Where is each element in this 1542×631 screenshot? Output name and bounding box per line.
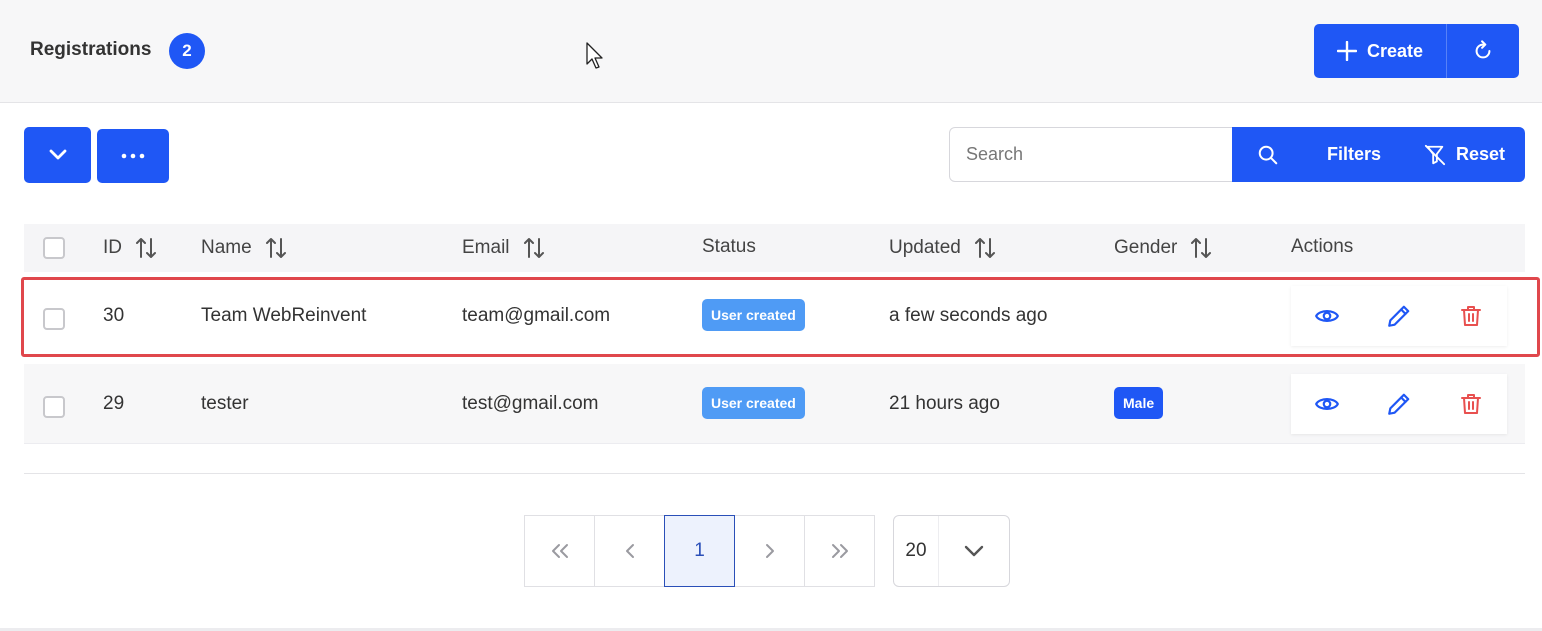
chevrons-right-icon bbox=[831, 544, 848, 558]
gender-badge: Male bbox=[1114, 387, 1164, 419]
filter-off-icon bbox=[1424, 144, 1446, 165]
column-header-label: Name bbox=[201, 237, 252, 258]
column-header-label: Email bbox=[462, 237, 510, 258]
more-dots-icon bbox=[121, 153, 145, 159]
row-actions bbox=[1291, 374, 1507, 434]
first-page-button[interactable] bbox=[524, 515, 595, 587]
column-header-name[interactable]: Name bbox=[201, 236, 288, 260]
column-header-actions: Actions bbox=[1291, 236, 1353, 258]
column-header-updated[interactable]: Updated bbox=[889, 236, 997, 260]
page-button-current[interactable]: 1 bbox=[664, 515, 735, 587]
row-name: tester bbox=[201, 393, 249, 414]
column-header-email[interactable]: Email bbox=[462, 236, 546, 260]
row-id: 29 bbox=[103, 393, 125, 414]
page-title: Registrations bbox=[30, 39, 152, 60]
refresh-icon bbox=[1475, 40, 1491, 59]
edit-button[interactable] bbox=[1363, 374, 1435, 434]
search-button-group: Filters Reset bbox=[1232, 127, 1525, 182]
mouse-cursor-icon bbox=[586, 42, 603, 69]
view-button[interactable] bbox=[1291, 374, 1363, 434]
filters-button-label: Filters bbox=[1326, 144, 1382, 164]
create-button-group: Create bbox=[1314, 24, 1519, 78]
chevron-left-icon bbox=[625, 544, 634, 558]
search-input[interactable] bbox=[949, 127, 1233, 182]
divider bbox=[24, 473, 1525, 474]
more-actions-button[interactable] bbox=[97, 129, 169, 183]
column-header-gender[interactable]: Gender bbox=[1114, 236, 1213, 260]
last-page-button[interactable] bbox=[804, 515, 875, 587]
column-header-label: Gender bbox=[1114, 237, 1178, 258]
trash-icon bbox=[1461, 394, 1481, 414]
next-page-button[interactable] bbox=[734, 515, 805, 587]
sort-icon bbox=[523, 238, 544, 258]
chevron-right-icon bbox=[765, 544, 774, 558]
sort-icon bbox=[136, 238, 156, 258]
page-header: Registrations 2 Create bbox=[0, 0, 1542, 103]
per-page-select[interactable]: 20 bbox=[893, 515, 1010, 587]
filters-button[interactable]: Filters bbox=[1304, 127, 1404, 182]
delete-button[interactable] bbox=[1435, 374, 1507, 434]
row-highlight-box bbox=[21, 277, 1540, 357]
chevron-down-icon bbox=[964, 545, 984, 557]
row-email: test@gmail.com bbox=[462, 393, 599, 414]
column-header-status: Status bbox=[702, 236, 756, 258]
reset-button-label: Reset bbox=[1455, 144, 1506, 164]
count-badge: 2 bbox=[169, 33, 205, 69]
bulk-actions-button[interactable] bbox=[24, 127, 91, 183]
search-icon bbox=[1258, 145, 1278, 164]
pencil-icon bbox=[1388, 393, 1410, 415]
row-updated: 21 hours ago bbox=[889, 393, 1000, 414]
chevron-down-icon bbox=[49, 149, 66, 160]
create-button-label: Create bbox=[1366, 40, 1424, 61]
status-badge: User created bbox=[702, 387, 805, 419]
create-button[interactable]: Create bbox=[1314, 24, 1447, 78]
column-header-label: Actions bbox=[1291, 236, 1354, 257]
chevrons-left-icon bbox=[551, 544, 568, 558]
refresh-button[interactable] bbox=[1447, 24, 1519, 78]
plus-icon bbox=[1336, 41, 1357, 61]
column-header-id[interactable]: ID bbox=[103, 236, 158, 260]
table-header: ID Name Email Status Updated Gender Acti… bbox=[24, 224, 1525, 272]
column-header-label: ID bbox=[103, 237, 122, 258]
per-page-value: 20 bbox=[905, 540, 927, 561]
eye-icon bbox=[1315, 398, 1339, 410]
reset-button[interactable]: Reset bbox=[1404, 127, 1525, 182]
pagination: 1 bbox=[524, 515, 875, 587]
per-page-dropdown-toggle[interactable] bbox=[938, 516, 1009, 586]
row-checkbox[interactable] bbox=[43, 396, 65, 418]
previous-page-button[interactable] bbox=[594, 515, 665, 587]
column-header-label: Status bbox=[702, 236, 756, 257]
sort-icon bbox=[265, 238, 286, 258]
search-button[interactable] bbox=[1232, 127, 1304, 182]
table-row: 29 tester test@gmail.com User created 21… bbox=[24, 364, 1525, 444]
sort-icon bbox=[974, 238, 995, 258]
column-header-label: Updated bbox=[889, 237, 961, 258]
select-all-checkbox[interactable] bbox=[43, 237, 65, 259]
sort-icon bbox=[1191, 238, 1212, 258]
